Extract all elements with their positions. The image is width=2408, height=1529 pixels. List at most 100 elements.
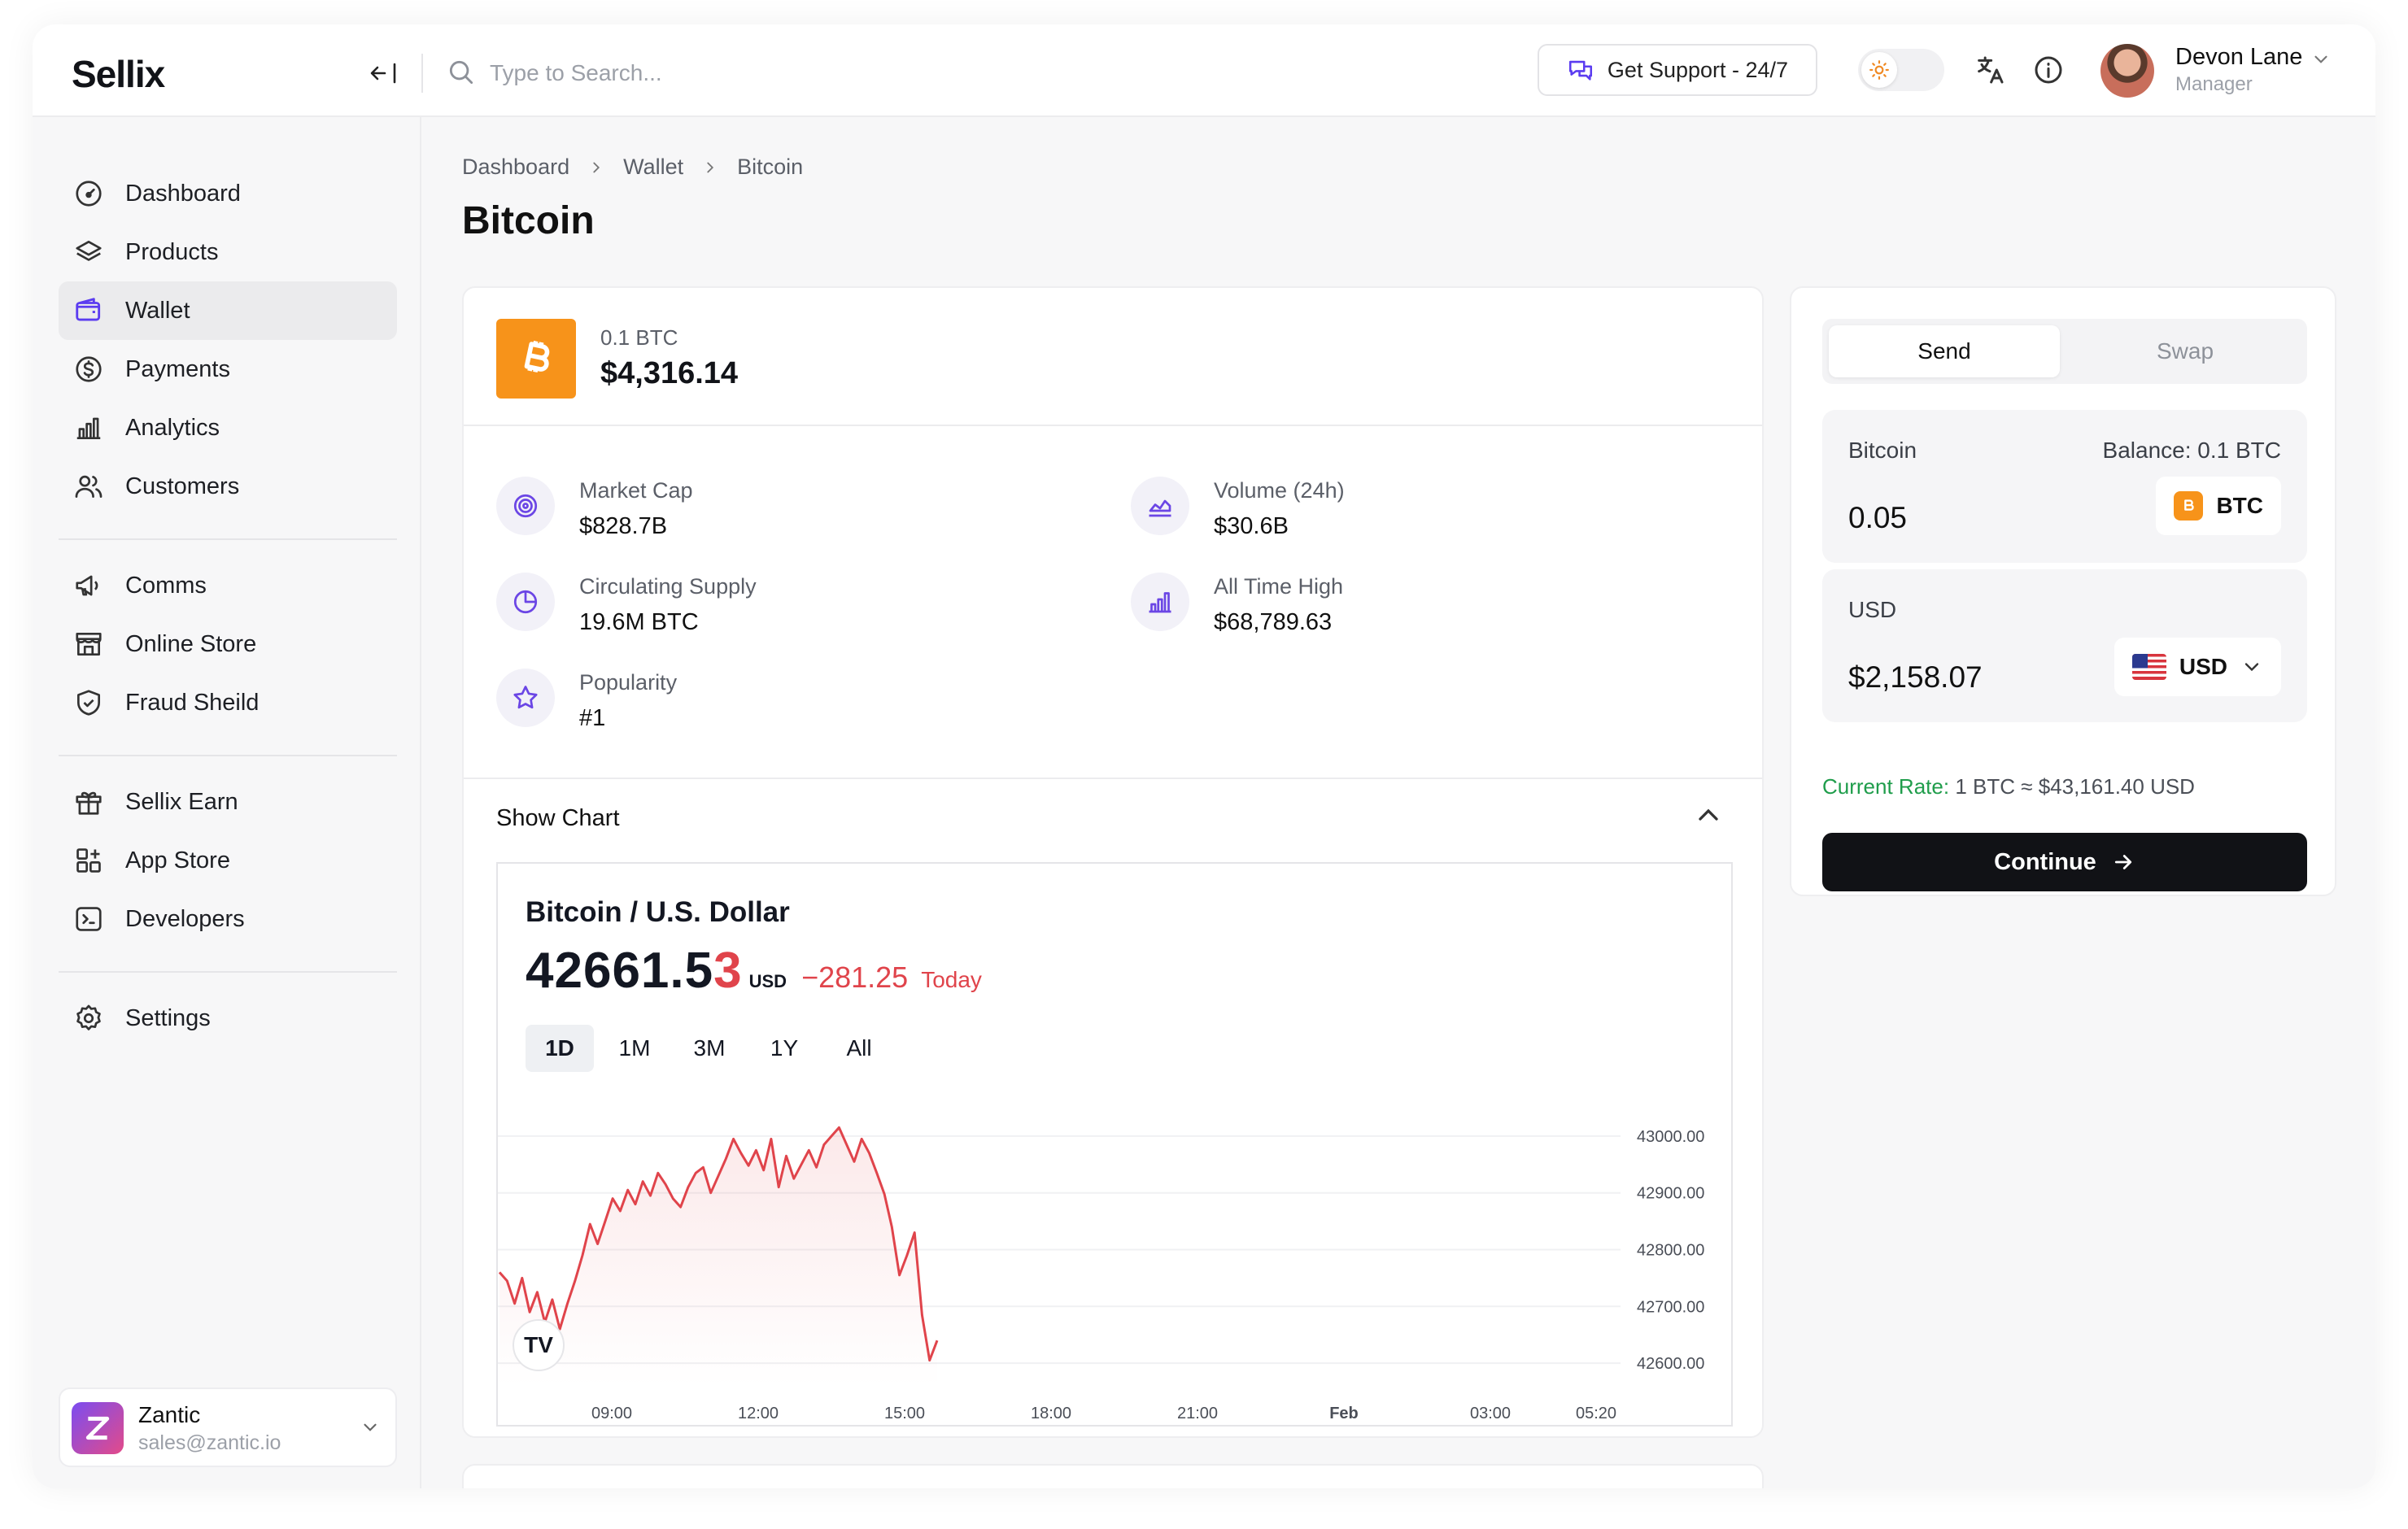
price-period: Today bbox=[921, 967, 982, 992]
chevron-right-icon bbox=[707, 162, 714, 172]
currency-select[interactable]: USD bbox=[2114, 638, 2281, 696]
sidebar-item-label: Wallet bbox=[125, 297, 190, 324]
breadcrumb-item: Bitcoin bbox=[737, 155, 804, 179]
bar-chart-icon bbox=[76, 417, 101, 440]
chevron-right-icon bbox=[593, 162, 600, 172]
range-tab-1m[interactable]: 1M bbox=[600, 1025, 669, 1072]
price-main: 42661.5 bbox=[526, 943, 714, 999]
us-flag-icon bbox=[2131, 654, 2166, 680]
x-tick-label: 21:00 bbox=[1177, 1405, 1218, 1422]
wallet-card: 0.1 BTC $4,316.14 Market Cap $828.7B Vol… bbox=[462, 286, 1764, 1438]
stat-ath: All Time High $68,789.63 bbox=[1131, 573, 1343, 636]
chart-title: Bitcoin / U.S. Dollar bbox=[526, 896, 790, 928]
info-icon[interactable] bbox=[2032, 54, 2065, 90]
sidebar-item-label: App Store bbox=[125, 847, 230, 873]
sidebar: Dashboard Products Wallet Payments Analy… bbox=[33, 117, 421, 1488]
star-icon bbox=[496, 669, 555, 727]
range-tab-1y[interactable]: 1Y bbox=[750, 1025, 818, 1072]
to-amount-input[interactable]: $2,158.07 bbox=[1848, 660, 1983, 695]
currency-label: USD bbox=[2179, 654, 2227, 679]
sidebar-item-sellix-earn[interactable]: Sellix Earn bbox=[59, 773, 397, 831]
sidebar-item-dashboard[interactable]: Dashboard bbox=[59, 164, 397, 223]
stat-label: Circulating Supply bbox=[579, 574, 757, 599]
sidebar-item-app-store[interactable]: App Store bbox=[59, 831, 397, 890]
from-coin-select[interactable]: BTC bbox=[2156, 477, 2281, 535]
sidebar-item-label: Dashboard bbox=[125, 180, 241, 207]
from-amount-input[interactable]: 0.05 bbox=[1848, 501, 1907, 535]
theme-toggle[interactable] bbox=[1858, 49, 1944, 91]
users-icon bbox=[75, 475, 103, 499]
sidebar-item-label: Customers bbox=[125, 473, 240, 499]
range-tab-3m[interactable]: 3M bbox=[675, 1025, 744, 1072]
show-chart-label[interactable]: Show Chart bbox=[496, 805, 620, 832]
sidebar-item-comms[interactable]: Comms bbox=[59, 556, 397, 615]
continue-button[interactable]: Continue bbox=[1822, 833, 2307, 891]
apps-icon bbox=[76, 848, 101, 873]
sidebar-item-wallet[interactable]: Wallet bbox=[59, 281, 397, 340]
price-chart: Bitcoin / U.S. Dollar 42661.5 3 USD −281.… bbox=[496, 862, 1733, 1427]
sidebar-divider bbox=[59, 538, 397, 540]
continue-label: Continue bbox=[1994, 848, 2096, 875]
x-tick-label: 03:00 bbox=[1470, 1405, 1511, 1422]
secondary-card bbox=[462, 1464, 1764, 1488]
to-label: USD bbox=[1848, 597, 1897, 622]
sidebar-divider bbox=[59, 971, 397, 973]
range-tab-1d[interactable]: 1D bbox=[526, 1025, 594, 1072]
range-tab-all[interactable]: All bbox=[825, 1025, 893, 1072]
avatar[interactable] bbox=[2100, 44, 2154, 98]
logo[interactable]: Sellix bbox=[72, 52, 165, 96]
sidebar-item-analytics[interactable]: Analytics bbox=[59, 399, 397, 457]
price-area bbox=[499, 1127, 937, 1386]
user-role: Manager bbox=[2175, 73, 2253, 95]
search-icon bbox=[446, 57, 477, 92]
sidebar-item-payments[interactable]: Payments bbox=[59, 340, 397, 399]
sidebar-item-label: Settings bbox=[125, 1004, 211, 1031]
dollar-circle-icon bbox=[76, 356, 102, 382]
org-logo bbox=[72, 1402, 124, 1454]
stat-label: Popularity bbox=[579, 670, 678, 695]
tradingview-logo[interactable]: TV bbox=[513, 1319, 565, 1371]
rate-value: 1 BTC ≈ $43,161.40 USD bbox=[1955, 774, 2195, 799]
from-field: Bitcoin Balance: 0.1 BTC 0.05 BTC bbox=[1822, 410, 2307, 563]
sidebar-item-online-store[interactable]: Online Store bbox=[59, 615, 397, 673]
divider bbox=[464, 425, 1762, 426]
stat-value: $30.6B bbox=[1214, 513, 1289, 539]
stat-value: $828.7B bbox=[579, 513, 668, 539]
x-tick-label: Feb bbox=[1329, 1405, 1359, 1422]
org-email: sales@zantic.io bbox=[138, 1431, 281, 1454]
price-unit: USD bbox=[748, 971, 787, 991]
sun-icon bbox=[1861, 52, 1897, 88]
collapse-sidebar-icon[interactable] bbox=[364, 54, 404, 93]
breadcrumb-item[interactable]: Wallet bbox=[623, 155, 683, 180]
stat-label: All Time High bbox=[1214, 574, 1344, 599]
btc-amount: 0.1 BTC bbox=[600, 325, 678, 350]
chart-price: 42661.5 3 USD −281.25 Today bbox=[526, 942, 982, 1000]
support-button[interactable]: Get Support - 24/7 bbox=[1538, 44, 1817, 96]
sidebar-item-label: Products bbox=[125, 238, 219, 265]
terminal-icon bbox=[76, 907, 102, 931]
chevron-down-icon[interactable] bbox=[2310, 49, 2332, 74]
support-label: Get Support - 24/7 bbox=[1607, 57, 1789, 82]
gear-icon bbox=[76, 1004, 101, 1030]
stat-label: Market Cap bbox=[579, 478, 693, 503]
sidebar-item-developers[interactable]: Developers bbox=[59, 890, 397, 948]
from-label: Bitcoin bbox=[1848, 438, 1917, 463]
org-switcher[interactable]: Zantic sales@zantic.io bbox=[59, 1387, 397, 1467]
wallet-icon bbox=[76, 298, 101, 321]
tab-send[interactable]: Send bbox=[1829, 325, 2060, 377]
y-tick-label: 42700.00 bbox=[1637, 1298, 1704, 1316]
breadcrumb-item[interactable]: Dashboard bbox=[462, 155, 569, 180]
chevron-up-icon[interactable] bbox=[1692, 799, 1725, 835]
search-input[interactable] bbox=[490, 52, 1059, 94]
sidebar-item-fraud-shield[interactable]: Fraud Sheild bbox=[59, 673, 397, 732]
translate-icon[interactable] bbox=[1974, 54, 2006, 90]
bitcoin-icon bbox=[2174, 491, 2204, 521]
sidebar-item-products[interactable]: Products bbox=[59, 223, 397, 281]
sidebar-item-customers[interactable]: Customers bbox=[59, 457, 397, 516]
tab-swap[interactable]: Swap bbox=[2070, 325, 2301, 377]
user-name[interactable]: Devon Lane bbox=[2175, 44, 2302, 71]
current-rate: Current Rate: 1 BTC ≈ $43,161.40 USD bbox=[1822, 774, 2195, 799]
from-coin-label: BTC bbox=[2216, 493, 2263, 518]
megaphone-icon bbox=[76, 575, 98, 596]
sidebar-item-settings[interactable]: Settings bbox=[59, 989, 397, 1048]
